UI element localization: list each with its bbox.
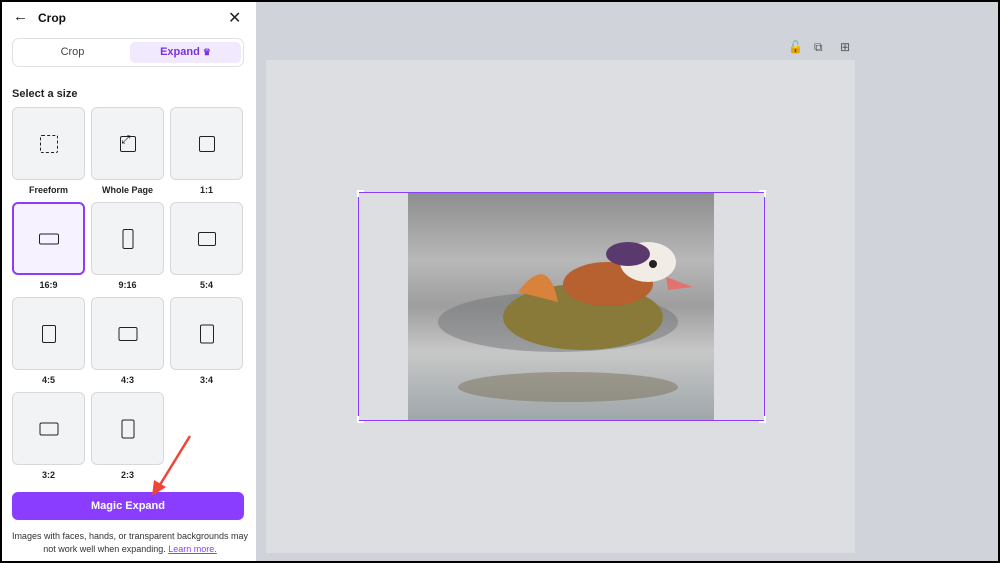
add-page-icon[interactable]: ⊞ (840, 40, 850, 54)
size-option-label: 4:3 (120, 375, 134, 385)
magic-expand-button[interactable]: Magic Expand (12, 492, 244, 520)
app-window: ← Crop ✕ Crop Expand ♛ Select a size Fre… (2, 2, 998, 561)
size-option-3-4[interactable] (170, 297, 243, 370)
learn-more-link[interactable]: Learn more. (168, 544, 217, 554)
size-option-label: 4:5 (41, 375, 55, 385)
aspect-ratio-icon (39, 422, 58, 435)
resize-handle-bl[interactable] (357, 416, 364, 423)
freeform-icon (39, 134, 58, 153)
whole-page-icon: ⤢ (119, 134, 136, 152)
aspect-ratio-icon (121, 419, 134, 438)
aspect-ratio-icon (118, 326, 137, 341)
size-option-label: Whole Page (101, 185, 153, 195)
size-option-5-4[interactable] (170, 202, 243, 275)
resize-handle-br[interactable] (759, 416, 766, 423)
size-option-4-5[interactable] (12, 297, 85, 370)
size-option-label: 3:2 (41, 470, 55, 480)
close-icon[interactable]: ✕ (228, 8, 241, 28)
size-option-freeform[interactable] (12, 107, 85, 180)
aspect-ratio-icon (198, 135, 215, 152)
size-option-label: 1:1 (199, 185, 213, 195)
lock-icon[interactable]: 🔓 (788, 40, 803, 54)
crop-panel: ← Crop ✕ Crop Expand ♛ Select a size Fre… (2, 2, 256, 561)
aspect-ratio-icon (41, 324, 56, 343)
info-note: Images with faces, hands, or transparent… (8, 530, 252, 556)
size-option-label: 16:9 (39, 280, 58, 290)
size-option-whole-page[interactable]: ⤢ (91, 107, 164, 180)
aspect-ratio-icon (38, 233, 59, 244)
duplicate-icon[interactable]: ⧉ (814, 40, 823, 55)
annotation-arrow-icon (152, 435, 192, 496)
aspect-ratio-icon (122, 228, 133, 249)
size-option-label: 3:4 (199, 375, 213, 385)
aspect-ratio-icon (199, 324, 214, 343)
aspect-ratio-icon (197, 231, 216, 246)
tab-crop[interactable]: Crop (16, 42, 129, 63)
size-option-label: Freeform (28, 185, 68, 195)
resize-handle-tr[interactable] (759, 190, 766, 197)
expand-selection-frame[interactable] (358, 192, 765, 421)
resize-handle-tl[interactable] (357, 190, 364, 197)
size-option-16-9[interactable] (12, 202, 85, 275)
tab-expand-label: Expand (160, 46, 200, 58)
size-option-4-3[interactable] (91, 297, 164, 370)
crown-icon: ♛ (202, 47, 211, 57)
section-label: Select a size (12, 88, 78, 100)
size-option-9-16[interactable] (91, 202, 164, 275)
size-option-label: 9:16 (118, 280, 137, 290)
size-option-1-1[interactable] (170, 107, 243, 180)
panel-title: Crop (38, 11, 66, 25)
size-option-3-2[interactable] (12, 392, 85, 465)
mode-toggle: Crop Expand ♛ (12, 38, 244, 67)
size-option-label: 5:4 (199, 280, 213, 290)
tab-expand[interactable]: Expand ♛ (130, 42, 241, 63)
back-arrow-icon[interactable]: ← (13, 8, 28, 25)
